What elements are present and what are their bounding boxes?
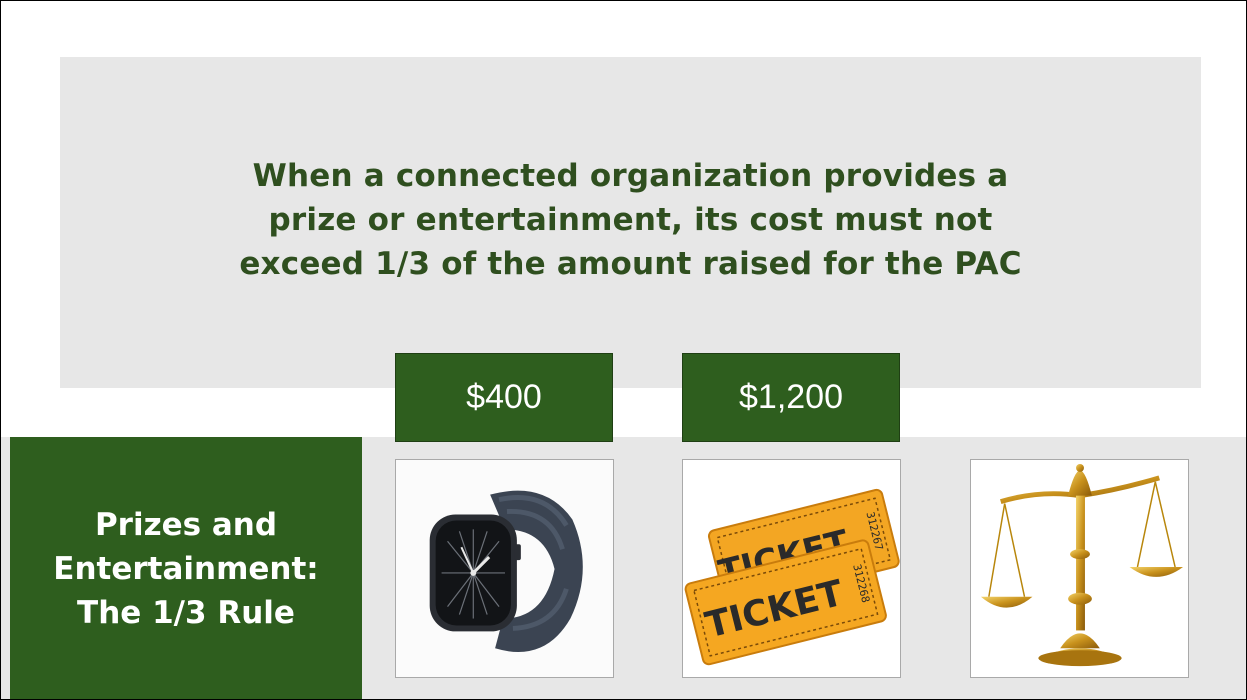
slide: When a connected organization provides a… — [0, 0, 1247, 700]
headline-panel: When a connected organization provides a… — [60, 57, 1201, 388]
scales-image — [970, 459, 1189, 678]
tickets-image: TICKET 312267 TICKET 312268 — [682, 459, 901, 678]
side-title-panel: Prizes and Entertainment: The 1/3 Rule — [10, 437, 362, 699]
slide-title: Prizes and Entertainment: The 1/3 Rule — [53, 507, 319, 631]
headline-text: When a connected organization provides a… — [239, 158, 1022, 282]
scales-of-justice-icon — [971, 460, 1188, 677]
ticket-icon: TICKET 312267 TICKET 312268 — [683, 460, 900, 677]
watch-image — [395, 459, 614, 678]
smartwatch-icon — [396, 460, 613, 677]
price-label-watch: $400 — [466, 378, 542, 416]
price-box-watch: $400 — [395, 353, 613, 442]
price-label-tickets: $1,200 — [739, 378, 843, 416]
price-box-tickets: $1,200 — [682, 353, 900, 442]
